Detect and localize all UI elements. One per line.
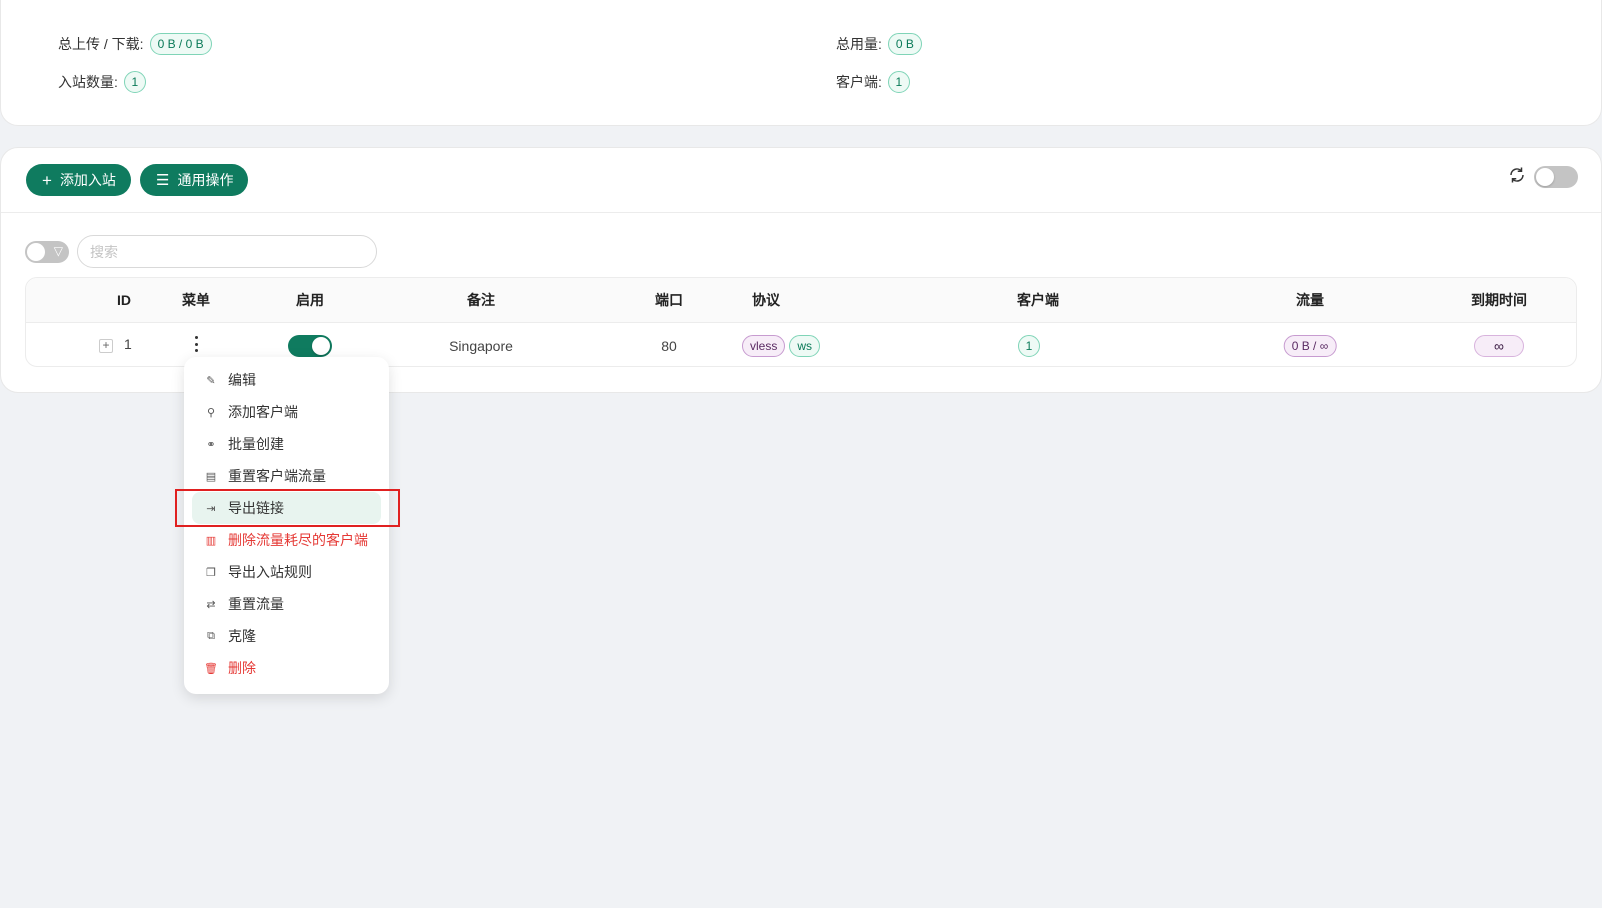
export-icon: ⇥	[206, 502, 216, 515]
stat-value-tag: 0 B	[887, 33, 922, 55]
header-traffic: 流量	[1296, 292, 1324, 308]
copy-icon: ❐	[206, 566, 216, 579]
protocol-tag: vless	[741, 334, 786, 357]
header-port: 端口	[655, 292, 683, 308]
stat-label: 总用量:	[836, 36, 882, 52]
cell-clients: 1	[1018, 323, 1040, 368]
stat-inbound-count: 入站数量: 1	[58, 71, 146, 93]
expiry-tag: ∞	[1474, 334, 1524, 357]
menu-item-label: 编辑	[228, 372, 256, 388]
toggle-knob	[27, 243, 45, 261]
cell-remark: Singapore	[449, 337, 513, 354]
menu-lines-icon: ☰	[156, 171, 170, 189]
search-input[interactable]	[77, 235, 377, 268]
toolbar: + 添加入站 ☰ 通用操作	[1, 148, 1601, 213]
header-remark: 备注	[467, 292, 495, 308]
row-actions-menu: ✎ 编辑 ⚲ 添加客户端 ⚭ 批量创建 ▤ 重置客户端流量 ⇥ 导出链接 ▥ 删…	[184, 357, 389, 694]
menu-item-label: 删除流量耗尽的客户端	[228, 532, 368, 548]
general-actions-button[interactable]: ☰ 通用操作	[140, 164, 249, 196]
transport-tag: ws	[789, 334, 821, 357]
menu-item-export-links[interactable]: ⇥ 导出链接	[192, 492, 381, 524]
auto-refresh-toggle[interactable]	[1534, 166, 1578, 188]
trash-icon: 🗑	[204, 662, 218, 675]
menu-item-delete-depleted-clients[interactable]: ▥ 删除流量耗尽的客户端	[192, 524, 381, 556]
filter-icon: ▽	[53, 244, 63, 258]
toggle-knob	[312, 336, 330, 355]
menu-item-bulk-create[interactable]: ⚭ 批量创建	[192, 428, 381, 460]
enable-toggle[interactable]	[288, 334, 332, 357]
stat-clients: 客户端: 1	[836, 71, 910, 93]
stat-value-tag: 1	[887, 71, 910, 93]
header-menu: 菜单	[182, 292, 210, 308]
refresh-icon[interactable]	[1508, 166, 1526, 184]
stat-value-tag: 1	[123, 71, 146, 93]
stats-card: 总上传 / 下载: 0 B / 0 B 总用量: 0 B 入站数量: 1 客户端…	[0, 0, 1602, 126]
menu-item-label: 重置流量	[228, 596, 284, 612]
edit-icon: ✎	[206, 374, 216, 387]
stat-total-updown: 总上传 / 下载: 0 B / 0 B	[58, 33, 212, 55]
menu-item-edit[interactable]: ✎ 编辑	[192, 364, 381, 396]
cell-id: 1	[124, 336, 132, 352]
retweet-icon: ⇄	[206, 598, 216, 611]
delete-depleted-icon: ▥	[205, 534, 217, 547]
menu-item-reset-traffic[interactable]: ⇄ 重置流量	[192, 588, 381, 620]
menu-item-label: 导出链接	[228, 500, 284, 516]
header-enable: 启用	[296, 292, 324, 308]
menu-item-label: 批量创建	[228, 436, 284, 452]
cell-port: 80	[661, 337, 677, 354]
menu-item-label: 添加客户端	[228, 404, 298, 420]
cell-expiry: ∞	[1474, 323, 1524, 368]
menu-item-label: 导出入站规则	[228, 564, 312, 580]
menu-item-label: 删除	[228, 660, 256, 676]
stat-value-tag: 0 B / 0 B	[149, 33, 212, 55]
general-actions-label: 通用操作	[177, 172, 234, 188]
clone-icon: ⧉	[207, 629, 215, 642]
menu-item-export-inbound[interactable]: ❐ 导出入站规则	[192, 556, 381, 588]
plus-icon: +	[42, 170, 52, 190]
menu-item-label: 重置客户端流量	[228, 468, 326, 484]
cell-protocol: vless ws	[741, 323, 821, 368]
header-protocol: 协议	[752, 292, 780, 308]
header-expiry: 到期时间	[1471, 292, 1527, 308]
expand-plus-icon[interactable]: +	[99, 339, 113, 353]
toggle-knob	[1536, 168, 1554, 186]
users-icon: ⚭	[206, 438, 216, 451]
file-reset-icon: ▤	[205, 470, 217, 483]
stat-label: 总上传 / 下载:	[58, 36, 144, 52]
clients-count-tag[interactable]: 1	[1018, 334, 1040, 357]
menu-item-delete[interactable]: 🗑 删除	[192, 652, 381, 684]
user-add-icon: ⚲	[206, 406, 216, 419]
menu-item-label: 克隆	[228, 628, 256, 644]
header-clients: 客户端	[1017, 292, 1059, 308]
menu-item-clone[interactable]: ⧉ 克隆	[192, 620, 381, 652]
stat-total-usage: 总用量: 0 B	[836, 33, 922, 55]
add-inbound-label: 添加入站	[59, 172, 116, 188]
cell-traffic: 0 B / ∞	[1283, 323, 1337, 368]
inbounds-table: ID 菜单 启用 备注 端口 协议 客户端 流量 到期时间 + 1 Singap…	[25, 277, 1577, 367]
header-id: ID	[117, 292, 131, 308]
stat-label: 入站数量:	[58, 74, 118, 90]
add-inbound-button[interactable]: + 添加入站	[26, 164, 131, 196]
menu-item-reset-client-traffic[interactable]: ▤ 重置客户端流量	[192, 460, 381, 492]
traffic-tag: 0 B / ∞	[1283, 334, 1337, 357]
menu-item-add-client[interactable]: ⚲ 添加客户端	[192, 396, 381, 428]
stat-label: 客户端:	[836, 74, 882, 90]
more-vertical-icon[interactable]	[192, 333, 200, 355]
filter-toggle[interactable]: ▽	[25, 241, 69, 263]
table-header: ID 菜单 启用 备注 端口 协议 客户端 流量 到期时间	[26, 278, 1576, 323]
